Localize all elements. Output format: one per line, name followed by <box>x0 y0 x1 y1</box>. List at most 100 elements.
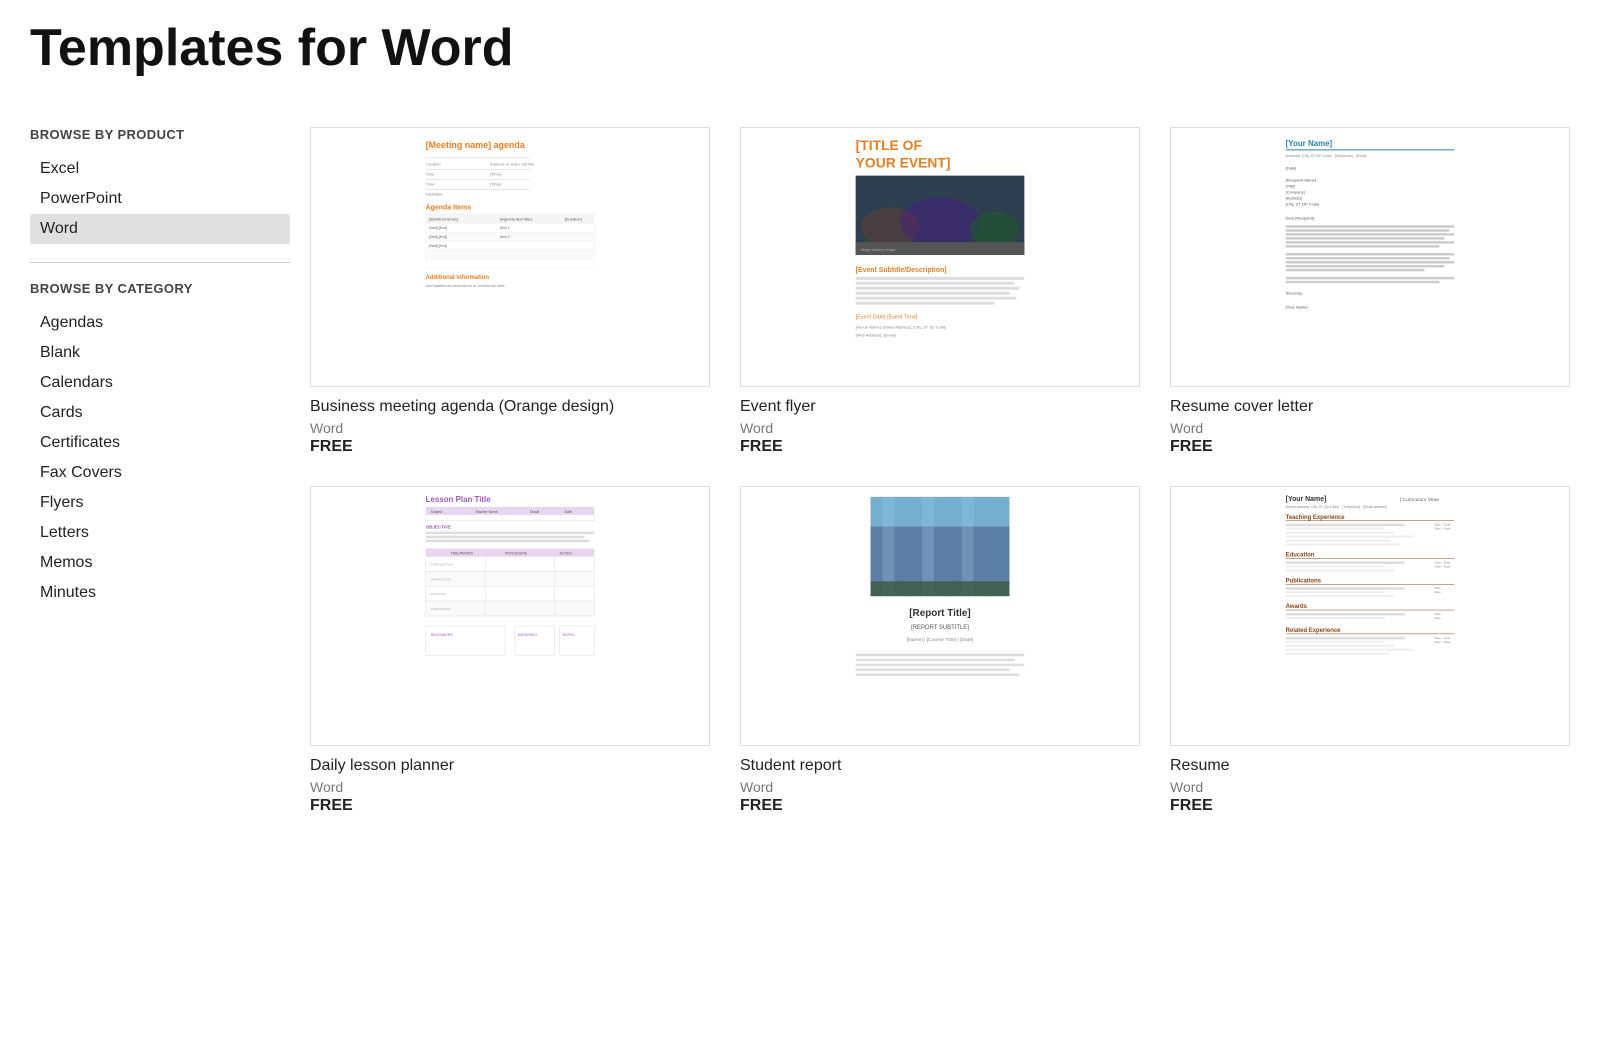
svg-text:Grade: Grade <box>530 510 540 514</box>
svg-text:[City, ST ZIP Code]: [City, ST ZIP Code] <box>1286 202 1320 207</box>
template-card-agenda[interactable]: [Meeting name] agenda Location Address o… <box>310 127 710 456</box>
svg-text:Subject: Subject <box>431 510 443 514</box>
svg-text:[Report Title]: [Report Title] <box>909 608 970 619</box>
sidebar-item-fax-covers[interactable]: Fax Covers <box>30 458 290 488</box>
sidebar: BROWSE BY PRODUCT Excel PowerPoint Word … <box>30 127 310 815</box>
browse-by-category-heading: BROWSE BY CATEGORY <box>30 281 290 298</box>
svg-text:Education: Education <box>1286 552 1315 558</box>
svg-text:Additional information: Additional information <box>426 275 490 281</box>
svg-text:[Start]-[End]: [Start]-[End] <box>429 244 448 248</box>
template-product-resume: Word <box>1170 779 1570 795</box>
sidebar-item-excel[interactable]: Excel <box>30 154 290 184</box>
sidebar-item-calendars[interactable]: Calendars <box>30 368 290 398</box>
svg-text:[Start]-[End]: [Start]-[End] <box>429 226 448 230</box>
svg-text:Item 1: Item 1 <box>500 226 510 230</box>
svg-text:PRACTICE: PRACTICE <box>431 592 446 596</box>
template-price-resume: FREE <box>1170 797 1570 815</box>
svg-text:Date – Date: Date – Date <box>1435 640 1451 644</box>
template-thumbnail-student-report: [Report Title] [REPORT SUBTITLE] [Name] … <box>740 486 1140 746</box>
svg-text:ASSESSMENT: ASSESSMENT <box>431 607 451 611</box>
sidebar-divider <box>30 262 290 263</box>
template-product-lesson-plan: Word <box>310 779 710 795</box>
templates-grid: [Meeting name] agenda Location Address o… <box>310 127 1570 815</box>
svg-text:[Start/End times]: [Start/End times] <box>429 216 458 221</box>
svg-text:[Duration]: [Duration] <box>565 216 582 221</box>
svg-text:[Address], [City, ST ZIP Code]: [Address], [City, ST ZIP Code] · [Teleph… <box>1286 154 1367 158</box>
sidebar-item-minutes[interactable]: Minutes <box>30 578 290 608</box>
svg-text:[Street address, City, ST Zip: [Street address, City, ST Zip Code] · [T… <box>1286 505 1388 509</box>
page-title: Templates for Word <box>30 20 1570 77</box>
svg-text:[Date]: [Date] <box>1286 166 1297 171</box>
template-card-student-report[interactable]: [Report Title] [REPORT SUBTITLE] [Name] … <box>740 486 1140 815</box>
svg-text:[Company]: [Company] <box>1286 190 1305 195</box>
template-name-event-flyer: Event flyer <box>740 397 1140 418</box>
svg-text:Date: Date <box>1435 616 1442 620</box>
svg-text:[Your Name]: [Your Name] <box>1286 139 1333 148</box>
svg-text:[Venue Name], [Street Address]: [Venue Name], [Street Address], [City, S… <box>856 325 947 330</box>
svg-text:[Start]-[End]: [Start]-[End] <box>429 235 448 239</box>
sidebar-item-certificates[interactable]: Certificates <box>30 428 290 458</box>
template-price-cover-letter: FREE <box>1170 438 1570 456</box>
template-card-cover-letter[interactable]: [Your Name] [Address], [City, ST ZIP Cod… <box>1170 127 1570 456</box>
template-price-lesson-plan: FREE <box>310 797 710 815</box>
svg-text:PROCEDURE: PROCEDURE <box>505 551 528 555</box>
sidebar-item-word[interactable]: Word <box>30 214 290 244</box>
template-price-agenda: FREE <box>310 438 710 456</box>
svg-text:[Meeting name] agenda: [Meeting name] agenda <box>426 140 526 150</box>
svg-text:[TITLE OF: [TITLE OF <box>856 137 922 153</box>
template-card-event-flyer[interactable]: [TITLE OF YOUR EVENT] Stage setting imag… <box>740 127 1140 456</box>
svg-text:Stage setting image: Stage setting image <box>861 247 897 252</box>
sidebar-item-letters[interactable]: Letters <box>30 518 290 548</box>
template-name-resume: Resume <box>1170 756 1570 777</box>
svg-text:Awards: Awards <box>1286 604 1308 610</box>
svg-text:[Your Name]: [Your Name] <box>1286 305 1308 310</box>
svg-text:[Time]: [Time] <box>490 182 501 187</box>
svg-text:Date: Date <box>1435 590 1442 594</box>
svg-text:[Event Date] [Event Time]: [Event Date] [Event Time] <box>856 315 918 321</box>
svg-text:YOUR EVENT]: YOUR EVENT] <box>856 155 951 171</box>
sidebar-item-memos[interactable]: Memos <box>30 548 290 578</box>
svg-text:Date: Date <box>565 510 572 514</box>
sidebar-item-flyers[interactable]: Flyers <box>30 488 290 518</box>
sidebar-item-agendas[interactable]: Agendas <box>30 308 290 338</box>
template-name-student-report: Student report <box>740 756 1140 777</box>
svg-text:Location: Location <box>426 162 441 167</box>
template-card-lesson-plan[interactable]: Lesson Plan Title Subject Teacher Name G… <box>310 486 710 815</box>
svg-text:Teacher Name: Teacher Name <box>475 510 498 514</box>
browse-by-product-heading: BROWSE BY PRODUCT <box>30 127 290 144</box>
svg-text:NOTES: NOTES <box>560 551 573 555</box>
svg-text:[REPORT SUBTITLE]: [REPORT SUBTITLE] <box>911 625 969 631</box>
svg-text:Time: Time <box>426 172 435 177</box>
svg-text:RESOURCES: RESOURCES <box>431 633 454 637</box>
svg-text:[Name] | [Course Title] | [Dat: [Name] | [Course Title] | [Date] <box>907 637 974 643</box>
sidebar-item-powerpoint[interactable]: PowerPoint <box>30 184 290 214</box>
template-name-cover-letter: Resume cover letter <box>1170 397 1570 418</box>
svg-text:NOTES: NOTES <box>563 633 576 637</box>
template-card-resume[interactable]: [Your Name] | Curriculum Vitae [Street a… <box>1170 486 1570 815</box>
template-product-cover-letter: Word <box>1170 420 1570 436</box>
template-name-lesson-plan: Daily lesson planner <box>310 756 710 777</box>
svg-text:[Time]: [Time] <box>490 172 501 177</box>
svg-text:OBJECTIVE: OBJECTIVE <box>426 525 451 530</box>
svg-text:Date – Date: Date – Date <box>1435 564 1451 568</box>
template-product-agenda: Word <box>310 420 710 436</box>
template-price-event-flyer: FREE <box>740 438 1140 456</box>
svg-text:Add additional instructions or: Add additional instructions or comments … <box>426 283 506 288</box>
svg-text:Agenda Items: Agenda Items <box>426 205 472 212</box>
svg-text:MATERIALS: MATERIALS <box>518 633 538 637</box>
svg-text:Address or video call link: Address or video call link <box>490 162 534 167</box>
sidebar-item-cards[interactable]: Cards <box>30 398 290 428</box>
main-content: [Meeting name] agenda Location Address o… <box>310 127 1570 815</box>
svg-text:Related Experience: Related Experience <box>1286 628 1341 634</box>
svg-text:[Event Subtitle/Description]: [Event Subtitle/Description] <box>856 267 947 274</box>
svg-text:Lesson Plan Title: Lesson Plan Title <box>426 495 492 504</box>
svg-text:Time: Time <box>426 182 435 187</box>
svg-text:[Title]: [Title] <box>1286 184 1296 189</box>
template-thumbnail-event-flyer: [TITLE OF YOUR EVENT] Stage setting imag… <box>740 127 1140 387</box>
template-thumbnail-agenda: [Meeting name] agenda Location Address o… <box>310 127 710 387</box>
svg-text:[Your Name]: [Your Name] <box>1286 496 1327 503</box>
template-product-student-report: Word <box>740 779 1140 795</box>
svg-text:[Web Address], [Email]: [Web Address], [Email] <box>856 333 896 338</box>
svg-text:[Agenda item title]: [Agenda item title] <box>500 216 532 221</box>
sidebar-item-blank[interactable]: Blank <box>30 338 290 368</box>
